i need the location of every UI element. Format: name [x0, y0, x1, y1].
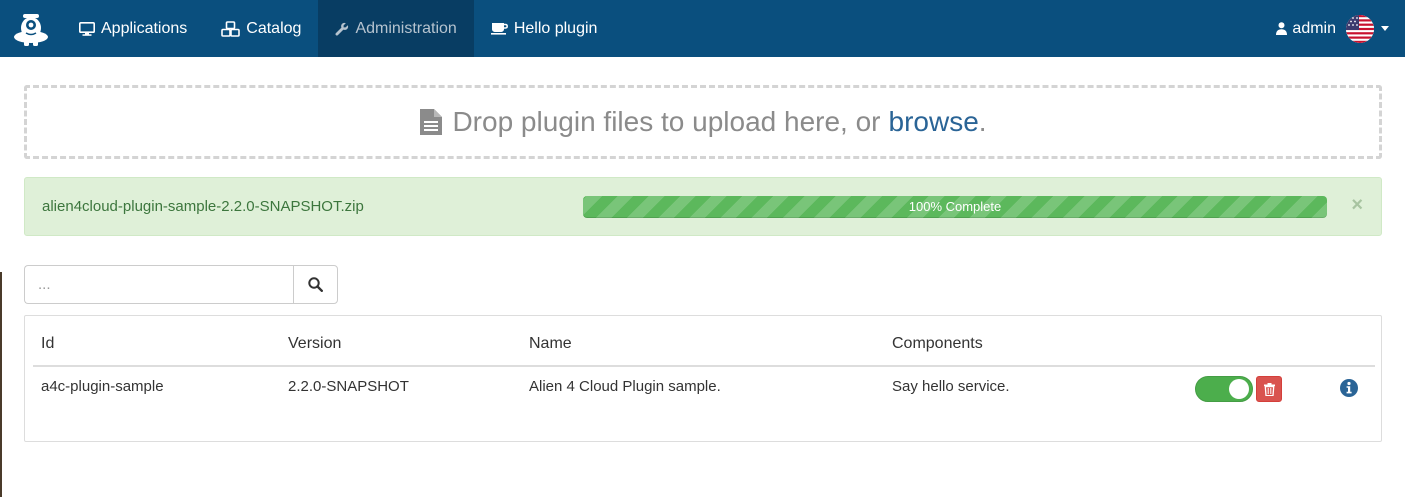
- plugin-components: Say hello service.: [892, 378, 1010, 395]
- search-button[interactable]: [293, 265, 338, 304]
- desktop-icon: [79, 21, 95, 36]
- browse-link[interactable]: browse: [889, 106, 979, 138]
- user-menu[interactable]: admin: [1276, 0, 1389, 57]
- plugin-enabled-toggle[interactable]: [1195, 376, 1253, 402]
- plugin-id: a4c-plugin-sample: [41, 378, 164, 395]
- nav-catalog-label: Catalog: [246, 19, 302, 37]
- nav-applications-label: Applications: [101, 19, 188, 37]
- top-navbar: Applications Catalog Administration Hell…: [0, 0, 1405, 57]
- upload-file-name: alien4cloud-plugin-sample-2.2.0-SNAPSHOT…: [42, 198, 364, 215]
- dropzone-suffix: .: [978, 106, 987, 137]
- plugins-table: Id Version Name Components a4c-plugin-sa…: [24, 315, 1382, 442]
- dropzone-text: Drop plugin files to upload here, or: [452, 106, 881, 137]
- toggle-knob: [1229, 379, 1249, 399]
- upload-progress-bar: 100% Complete: [583, 196, 1327, 218]
- plugin-dropzone[interactable]: Drop plugin files to upload here, or bro…: [24, 85, 1382, 159]
- coffee-icon: [490, 23, 508, 35]
- us-flag-icon[interactable]: [1346, 14, 1374, 43]
- plugin-version: 2.2.0-SNAPSHOT: [288, 378, 409, 395]
- file-icon: [420, 109, 443, 135]
- delete-plugin-button[interactable]: [1256, 376, 1282, 402]
- nav-hello-plugin[interactable]: Hello plugin: [474, 0, 615, 57]
- search-icon: [308, 277, 323, 292]
- chevron-down-icon: [1381, 26, 1389, 31]
- trash-icon: [1263, 382, 1275, 396]
- alien-mascot-icon[interactable]: [0, 0, 62, 57]
- wrench-icon: [335, 22, 349, 36]
- column-header-components[interactable]: Components: [892, 335, 983, 353]
- upload-progress-label: 100% Complete: [908, 199, 1002, 214]
- column-header-id[interactable]: Id: [41, 335, 54, 353]
- search-input[interactable]: [24, 265, 294, 304]
- user-icon: [1276, 22, 1288, 35]
- nav-administration-label: Administration: [355, 19, 457, 37]
- nav-administration[interactable]: Administration: [318, 0, 474, 57]
- info-icon[interactable]: [1339, 378, 1359, 398]
- table-header-divider: [33, 365, 1375, 367]
- column-header-name[interactable]: Name: [529, 335, 572, 353]
- nav-catalog[interactable]: Catalog: [204, 0, 318, 57]
- user-name: admin: [1292, 19, 1336, 37]
- cubes-icon: [221, 20, 241, 37]
- nav-applications[interactable]: Applications: [62, 0, 204, 57]
- upload-status-alert: alien4cloud-plugin-sample-2.2.0-SNAPSHOT…: [24, 177, 1382, 236]
- plugin-name: Alien 4 Cloud Plugin sample.: [529, 378, 721, 395]
- close-icon[interactable]: ×: [1351, 194, 1363, 216]
- column-header-version[interactable]: Version: [288, 335, 341, 353]
- window-edge: [0, 272, 2, 497]
- nav-hello-plugin-label: Hello plugin: [513, 19, 598, 37]
